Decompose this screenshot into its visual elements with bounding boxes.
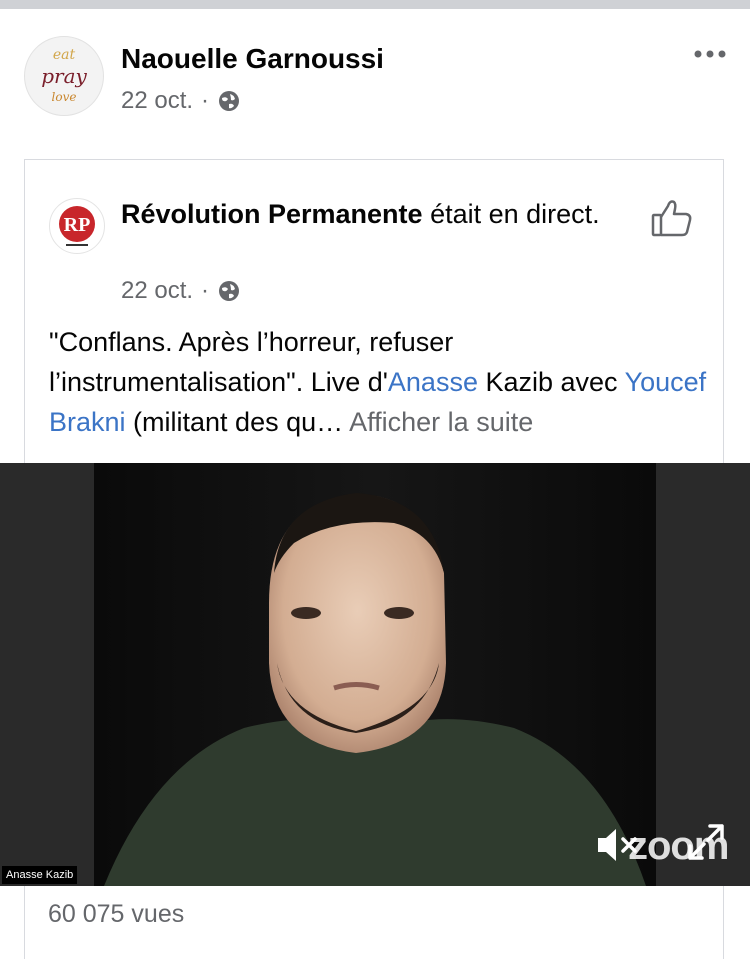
more-horizontal-icon (694, 50, 726, 58)
video-frame (94, 463, 656, 886)
page-name[interactable]: Révolution Permanente (121, 199, 423, 229)
post-header: eat pray love Naouelle Garnoussi 22 oct.… (0, 9, 750, 149)
post-text-part2: Kazib avec (477, 367, 625, 397)
see-more-link[interactable]: Afficher la suite (349, 407, 533, 437)
view-count: 60 075 vues (48, 900, 185, 928)
expand-icon (688, 824, 724, 860)
shared-post-date[interactable]: 22 oct. (121, 277, 193, 305)
post-date[interactable]: 22 oct. (121, 87, 193, 115)
more-options-button[interactable] (690, 39, 730, 69)
globe-icon (219, 281, 240, 301)
live-status: était en direct. (422, 199, 600, 229)
author-name[interactable]: Naouelle Garnoussi (121, 43, 384, 75)
svg-text:RP: RP (64, 214, 91, 236)
meta-separator: · (201, 87, 210, 114)
svg-text:love: love (52, 90, 77, 104)
thumbs-up-icon (651, 200, 692, 237)
page-avatar[interactable]: RP (49, 198, 105, 254)
svg-text:pray: pray (41, 64, 87, 88)
shared-post-meta: 22 oct. · (121, 277, 241, 305)
fullscreen-button[interactable] (686, 822, 726, 862)
top-divider-bar (0, 0, 750, 9)
like-page-button[interactable] (649, 196, 695, 242)
participant-name-tag: Anasse Kazib (2, 866, 78, 884)
svg-text:eat: eat (53, 47, 76, 63)
mention-anasse-link[interactable]: Anasse (388, 367, 478, 397)
speaker-video-image (94, 463, 656, 886)
meta-separator: · (201, 277, 210, 304)
post-text-part3: (militant des qu… (125, 407, 350, 437)
post-meta: 22 oct. · (121, 87, 241, 115)
shared-post-title: Révolution Permanente était en direct. (121, 194, 601, 234)
author-avatar[interactable]: eat pray love (24, 36, 104, 116)
post-text: "Conflans. Après l’horreur, refuser l’in… (49, 322, 709, 442)
globe-icon (219, 91, 240, 111)
video-letterbox-left (0, 463, 94, 886)
